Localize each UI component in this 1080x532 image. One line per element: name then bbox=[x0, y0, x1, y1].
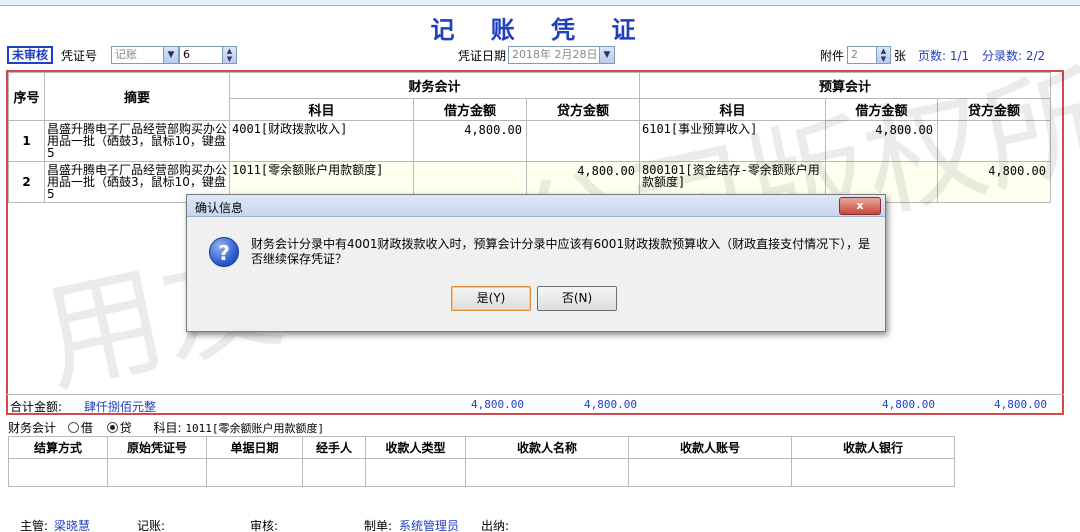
cell-bud-credit[interactable]: 4,800.00 bbox=[937, 161, 1051, 203]
cashier-label: 出纳: bbox=[481, 519, 510, 532]
maker-label: 制单: bbox=[364, 519, 393, 532]
cell-seq[interactable]: 1 bbox=[8, 120, 45, 162]
total-bud-credit: 4,800.00 bbox=[994, 398, 1047, 411]
entry-line: 财务会计 借 贷 科目: 1011[零余额账户用款额度] bbox=[8, 419, 1068, 437]
voucher-type-value: 记账 bbox=[115, 48, 137, 61]
col-orig-voucher: 原始凭证号 bbox=[107, 436, 207, 459]
date-value: 2018年 2月28日 bbox=[512, 48, 598, 61]
group-budget: 预算会计 bbox=[639, 72, 1051, 99]
col-fin-subject: 科目 bbox=[229, 98, 414, 121]
col-fin-debit: 借方金额 bbox=[413, 98, 527, 121]
chevron-down-icon[interactable]: ▼ bbox=[163, 47, 178, 63]
reviewer-label: 审核: bbox=[250, 519, 279, 532]
credit-radio[interactable]: 贷 bbox=[106, 421, 132, 435]
close-icon: x bbox=[856, 199, 864, 212]
col-bud-credit: 贷方金额 bbox=[937, 98, 1051, 121]
cell[interactable] bbox=[8, 458, 108, 487]
director-name: 梁晓慧 bbox=[54, 519, 91, 532]
col-payee-name: 收款人名称 bbox=[465, 436, 629, 459]
totals-row: 合计金额: 肆仟捌佰元整 4,800.00 4,800.00 4,800.00 … bbox=[6, 394, 1064, 414]
dialog-title: 确认信息 bbox=[195, 201, 244, 215]
entry-info: 分录数: 2/2 bbox=[982, 49, 1046, 63]
total-bud-debit: 4,800.00 bbox=[882, 398, 935, 411]
table-row[interactable] bbox=[8, 458, 955, 487]
debit-radio[interactable]: 借 bbox=[67, 421, 93, 435]
cell-seq[interactable]: 2 bbox=[8, 161, 45, 203]
col-payee-account: 收款人账号 bbox=[628, 436, 792, 459]
voucher-no-value: 6 bbox=[183, 48, 190, 61]
col-seq: 序号 bbox=[8, 72, 45, 121]
director-label: 主管: bbox=[20, 519, 49, 532]
cell-fin-credit[interactable] bbox=[526, 120, 640, 162]
cell-bud-credit[interactable] bbox=[937, 120, 1051, 162]
no-button[interactable]: 否(N) bbox=[537, 286, 617, 311]
totals-label: 合计金额: bbox=[10, 400, 63, 414]
cell[interactable] bbox=[791, 458, 955, 487]
voucher-no-label: 凭证号 bbox=[61, 49, 98, 63]
subject-value: 1011[零余额账户用款额度] bbox=[185, 422, 325, 435]
credit-label: 贷 bbox=[119, 421, 132, 435]
cell-summary[interactable]: 昌盛升腾电子厂品经营部购买办公用品一批（硒鼓3，鼠标10，键盘5 bbox=[44, 120, 230, 162]
date-picker[interactable]: 2018年 2月28日 ▼ bbox=[508, 46, 615, 64]
total-fin-debit: 4,800.00 bbox=[471, 398, 524, 411]
confirm-dialog: 确认信息 x ? 财务会计分录中有4001财政拨款收入时，预算会计分录中应该有6… bbox=[186, 194, 886, 332]
attach-label: 附件 bbox=[820, 49, 845, 63]
yes-button[interactable]: 是(Y) bbox=[451, 286, 531, 311]
cell-fin-debit[interactable]: 4,800.00 bbox=[413, 120, 527, 162]
radio-selected-icon[interactable] bbox=[106, 422, 118, 433]
totals-words: 肆仟捌佰元整 bbox=[84, 400, 157, 414]
voucher-table: 序号 摘要 财务会计 预算会计 科目 借方金额 贷方金额 科目 借方金额 贷方金… bbox=[8, 72, 1051, 203]
cell-fin-subject[interactable]: 4001[财政拨款收入] bbox=[229, 120, 414, 162]
col-bud-subject: 科目 bbox=[639, 98, 826, 121]
dialog-message: 财务会计分录中有4001财政拨款收入时，预算会计分录中应该有6001财政拨款预算… bbox=[251, 237, 871, 266]
bookkeeper-label: 记账: bbox=[137, 519, 166, 532]
col-payee-type: 收款人类型 bbox=[365, 436, 466, 459]
status-badge: 未审核 bbox=[7, 46, 54, 64]
voucher-type-select[interactable]: 记账 ▼ bbox=[111, 46, 179, 64]
col-doc-date: 单据日期 bbox=[206, 436, 303, 459]
cell[interactable] bbox=[465, 458, 629, 487]
cell[interactable] bbox=[628, 458, 792, 487]
close-button[interactable]: x bbox=[839, 197, 881, 215]
cell[interactable] bbox=[365, 458, 466, 487]
date-label: 凭证日期 bbox=[458, 49, 507, 63]
col-settle-method: 结算方式 bbox=[8, 436, 108, 459]
debit-label: 借 bbox=[80, 421, 93, 435]
question-icon: ? bbox=[209, 237, 239, 267]
page-title: 记 账 凭 证 bbox=[430, 16, 650, 44]
total-fin-credit: 4,800.00 bbox=[584, 398, 637, 411]
cell[interactable] bbox=[107, 458, 207, 487]
col-handler: 经手人 bbox=[302, 436, 366, 459]
cell[interactable] bbox=[206, 458, 303, 487]
dialog-titlebar: 确认信息 x bbox=[187, 195, 885, 217]
mode-label: 财务会计 bbox=[8, 421, 57, 435]
radio-icon[interactable] bbox=[67, 422, 79, 433]
voucher-no-stepper[interactable]: 6 ▲ ▼ bbox=[179, 46, 237, 64]
col-bud-debit: 借方金额 bbox=[825, 98, 938, 121]
page-info: 页数: 1/1 bbox=[918, 49, 970, 63]
col-payee-bank: 收款人银行 bbox=[791, 436, 955, 459]
col-fin-credit: 贷方金额 bbox=[526, 98, 640, 121]
voucher-header: 未审核 凭证号 记账 ▼ 6 ▲ ▼ 凭证日期 2018年 2月28日 ▼ 附件 … bbox=[0, 44, 1080, 66]
attach-count-stepper[interactable]: 2 ▲ ▼ bbox=[847, 46, 891, 64]
table-row[interactable]: 1 昌盛升腾电子厂品经营部购买办公用品一批（硒鼓3，鼠标10，键盘5 4001[… bbox=[8, 120, 1051, 162]
toolbar bbox=[0, 0, 1080, 6]
spin-arrows-icon[interactable]: ▲ ▼ bbox=[222, 47, 236, 63]
chevron-down-icon[interactable]: ▼ bbox=[599, 47, 614, 63]
col-summary: 摘要 bbox=[44, 72, 230, 121]
payment-table: 结算方式 原始凭证号 单据日期 经手人 收款人类型 收款人名称 收款人账号 收款… bbox=[8, 436, 955, 487]
signature-footer: 主管: 梁晓慧 记账: 审核: 制单: 系统管理员 出纳: bbox=[0, 514, 1080, 532]
subject-label: 科目: bbox=[153, 421, 182, 435]
attach-unit: 张 bbox=[894, 49, 907, 63]
maker-name: 系统管理员 bbox=[399, 519, 460, 532]
group-financial: 财务会计 bbox=[229, 72, 640, 99]
cell[interactable] bbox=[302, 458, 366, 487]
cell-bud-debit[interactable]: 4,800.00 bbox=[825, 120, 938, 162]
cell-bud-subject[interactable]: 6101[事业预算收入] bbox=[639, 120, 826, 162]
spin-arrows-icon[interactable]: ▲ ▼ bbox=[876, 47, 890, 63]
attach-count-value: 2 bbox=[851, 48, 858, 61]
